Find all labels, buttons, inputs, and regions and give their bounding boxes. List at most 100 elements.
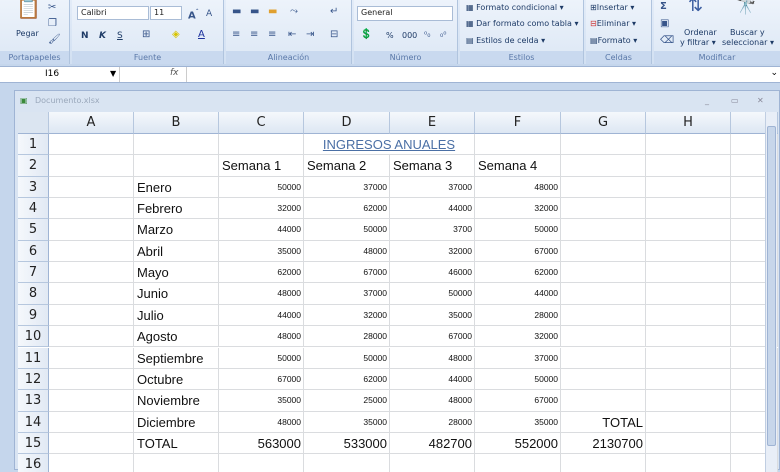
cell[interactable]: 50000 [475, 368, 561, 391]
cell[interactable]: 32000 [475, 326, 561, 348]
cell[interactable]: 552000 [475, 432, 561, 455]
cell[interactable] [49, 411, 134, 433]
cell[interactable] [561, 368, 646, 391]
cell[interactable]: 533000 [304, 432, 390, 455]
cell[interactable]: Octubre [134, 368, 219, 391]
cell[interactable] [390, 454, 475, 472]
sort-filter-button-2[interactable]: y filtrar ▾ [680, 37, 716, 49]
cell[interactable]: 67000 [475, 390, 561, 412]
cell[interactable]: 62000 [304, 198, 390, 220]
cell[interactable] [561, 240, 646, 263]
cell[interactable] [646, 155, 731, 177]
cell[interactable] [646, 219, 731, 241]
cell[interactable]: Enero [134, 176, 219, 199]
cell[interactable]: Semana 1 [219, 155, 304, 177]
cell[interactable]: 3700 [390, 219, 475, 241]
cell[interactable]: 48000 [219, 283, 304, 305]
cell[interactable] [49, 347, 134, 369]
column-header[interactable]: G [561, 112, 646, 134]
cell[interactable] [646, 390, 731, 412]
cell[interactable]: 35000 [219, 240, 304, 263]
delete-button[interactable]: ⊟Eliminar ▾ [590, 18, 636, 30]
sheet-title[interactable]: INGRESOS ANUALES [304, 134, 475, 156]
cell[interactable]: Semana 4 [475, 155, 561, 177]
cell[interactable] [646, 240, 731, 263]
cell[interactable] [49, 262, 134, 284]
cell[interactable]: 563000 [219, 432, 304, 455]
thousands-button[interactable]: 000 [402, 30, 417, 42]
cell[interactable]: 62000 [304, 368, 390, 391]
currency-icon[interactable]: 💲 [360, 29, 372, 41]
cell[interactable] [49, 454, 134, 472]
clear-icon[interactable]: ⌫ [660, 35, 674, 47]
column-header[interactable]: F [475, 112, 561, 134]
column-header[interactable]: A [49, 112, 134, 134]
cell[interactable]: 32000 [390, 240, 475, 263]
cell[interactable]: 67000 [304, 262, 390, 284]
cell[interactable] [646, 326, 731, 348]
paste-button[interactable]: Pegar [16, 28, 39, 40]
cell[interactable]: Febrero [134, 198, 219, 220]
cell[interactable]: Abril [134, 240, 219, 263]
align-left-icon[interactable]: ≡ [232, 29, 240, 41]
cell[interactable]: 37000 [390, 176, 475, 199]
row-header[interactable]: 12 [18, 368, 49, 391]
cell[interactable] [49, 432, 134, 455]
align-middle-icon[interactable]: ▬ [250, 6, 259, 18]
row-header[interactable]: 5 [18, 219, 49, 241]
row-header[interactable]: 8 [18, 283, 49, 305]
cell[interactable]: 67000 [219, 368, 304, 391]
column-header[interactable]: H [646, 112, 731, 134]
cell[interactable] [561, 454, 646, 472]
cell[interactable] [646, 134, 731, 156]
cell[interactable]: 46000 [390, 262, 475, 284]
cell[interactable] [561, 262, 646, 284]
row-header[interactable]: 4 [18, 198, 49, 220]
cell[interactable]: 482700 [390, 432, 475, 455]
cell[interactable] [646, 176, 731, 199]
cell[interactable] [561, 155, 646, 177]
copy-icon[interactable]: ❐ [48, 18, 57, 30]
font-name-select[interactable]: Calibri [77, 6, 149, 20]
cell[interactable]: 28000 [304, 326, 390, 348]
cell[interactable] [219, 454, 304, 472]
percent-button[interactable]: % [386, 30, 394, 42]
name-box-dropdown-icon[interactable]: ▼ [110, 69, 116, 78]
borders-icon[interactable]: ⊞ [142, 29, 150, 41]
cell[interactable] [561, 134, 646, 156]
expand-formula-icon[interactable]: ⌄ [770, 68, 778, 78]
insert-button[interactable]: ⊞Insertar ▾ [590, 2, 634, 14]
number-format-select[interactable]: General [357, 6, 453, 21]
find-select-button-2[interactable]: seleccionar ▾ [722, 37, 774, 49]
sort-filter-icon[interactable]: ⇅ [688, 0, 703, 15]
cell[interactable] [646, 304, 731, 327]
fill-icon[interactable]: ▣ [660, 18, 669, 30]
cell[interactable]: 35000 [219, 390, 304, 412]
cell[interactable]: 50000 [304, 219, 390, 241]
cell[interactable]: 48000 [304, 240, 390, 263]
row-header[interactable]: 13 [18, 390, 49, 412]
cell[interactable]: Agosto [134, 326, 219, 348]
increase-indent-icon[interactable]: ⇥ [306, 29, 314, 41]
cell[interactable]: 44000 [390, 368, 475, 391]
cell[interactable]: 28000 [390, 411, 475, 433]
format-button[interactable]: ▤Formato ▾ [590, 35, 637, 47]
cell[interactable] [49, 219, 134, 241]
cell[interactable] [561, 219, 646, 241]
cell[interactable]: 67000 [390, 326, 475, 348]
cell[interactable]: 35000 [304, 411, 390, 433]
align-right-icon[interactable]: ≡ [268, 29, 276, 41]
cell[interactable] [646, 411, 731, 433]
cell[interactable] [561, 176, 646, 199]
increase-decimal-icon[interactable]: ⁰₀ [424, 29, 430, 41]
maximize-icon[interactable]: ▭ [731, 91, 739, 111]
cell[interactable]: Septiembre [134, 347, 219, 369]
cell[interactable] [219, 134, 304, 156]
cell[interactable]: 48000 [390, 390, 475, 412]
name-box[interactable]: I16 [0, 67, 120, 82]
cell[interactable]: Julio [134, 304, 219, 327]
formula-input[interactable] [186, 67, 766, 82]
cell[interactable] [646, 454, 731, 472]
cell[interactable] [49, 134, 134, 156]
cell[interactable] [49, 390, 134, 412]
